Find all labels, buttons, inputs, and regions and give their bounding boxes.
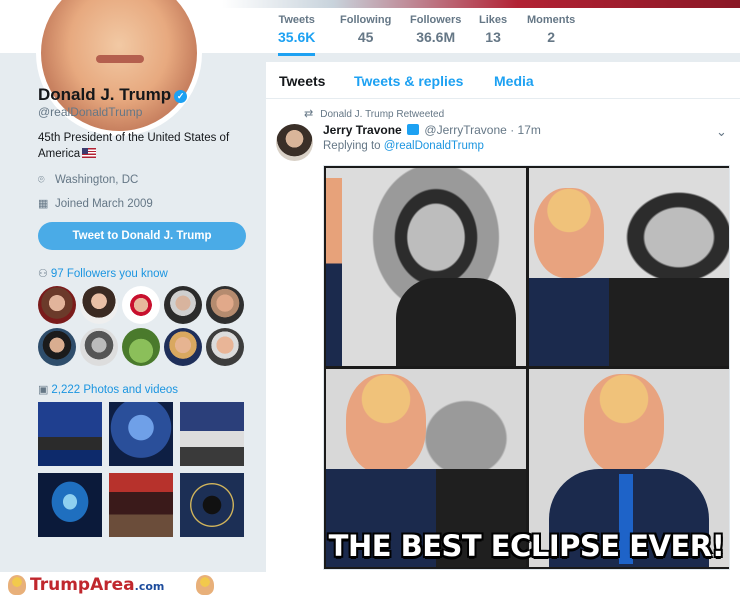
profile-name[interactable]: Donald J. Trump	[38, 85, 171, 104]
tweet-header: Jerry Travone @JerryTravone · 17m	[323, 123, 541, 137]
media-thumbnail[interactable]	[180, 473, 244, 537]
suit-shape	[529, 278, 729, 366]
retweet-label[interactable]: Donald J. Trump Retweeted	[320, 109, 444, 120]
watermark-logo: TrumpArea.com	[30, 575, 164, 595]
suit-shape	[396, 278, 516, 366]
follower-avatar[interactable]	[206, 328, 244, 366]
stat-likes[interactable]: Likes 13	[479, 14, 507, 45]
retweet-icon: ⇄	[304, 108, 314, 120]
tweet-timestamp[interactable]: · 17m	[510, 123, 541, 137]
follower-avatar[interactable]	[206, 286, 244, 324]
stat-label: Tweets	[278, 14, 315, 26]
media-thumbnail[interactable]	[109, 473, 173, 537]
follower-avatar[interactable]	[122, 328, 160, 366]
tab-tweets[interactable]: Tweets	[279, 73, 325, 89]
location-pin-icon: ⌾	[38, 174, 45, 186]
profile-sidebar: Donald J. Trump ✓ @realDonaldTrump 45th P…	[0, 55, 262, 570]
stat-moments[interactable]: Moments 2	[527, 14, 575, 45]
replying-prefix: Replying to	[323, 140, 381, 152]
verified-badge-icon: ✓	[174, 90, 188, 103]
media-thumbnail[interactable]	[38, 473, 102, 537]
stat-following[interactable]: Following 45	[340, 14, 391, 45]
stat-value: 36.6M	[416, 29, 456, 45]
watermark-domain: .com	[134, 580, 165, 593]
follower-avatar[interactable]	[80, 286, 118, 324]
followers-you-know-label: 97 Followers you know	[50, 268, 168, 280]
profile-joined: ▦ Joined March 2009	[38, 197, 153, 210]
tab-media[interactable]: Media	[494, 73, 534, 89]
calendar-icon: ▦	[38, 198, 49, 210]
stat-value: 35.6K	[278, 29, 316, 45]
joined-text: Joined March 2009	[55, 198, 153, 210]
stat-value: 13	[485, 29, 501, 45]
bio-text: 45th President of the United States of A…	[38, 132, 230, 160]
stat-tweets[interactable]: Tweets 35.6K	[278, 14, 316, 56]
profile-bio: 45th President of the United States of A…	[38, 130, 238, 162]
profile-name-row: Donald J. Trump ✓	[38, 85, 188, 105]
cartoon-head-icon	[196, 575, 214, 595]
stat-label: Likes	[479, 14, 508, 26]
tweet-to-button[interactable]: Tweet to Donald J. Trump	[38, 222, 246, 250]
chevron-down-icon[interactable]: ⌄	[716, 124, 727, 140]
follower-avatar[interactable]	[38, 286, 76, 324]
follower-avatar[interactable]	[80, 328, 118, 366]
author-flag-icon	[407, 124, 420, 135]
location-text: Washington, DC	[55, 174, 139, 186]
us-flag-icon	[82, 148, 97, 158]
tweet-author-name[interactable]: Jerry Travone	[323, 123, 402, 137]
image-icon: ▣	[38, 384, 49, 396]
face-shape	[534, 188, 604, 278]
replying-to: Replying to @realDonaldTrump	[323, 140, 484, 152]
follower-avatar[interactable]	[164, 286, 202, 324]
stat-label: Followers	[410, 14, 462, 26]
follower-avatar[interactable]	[164, 328, 202, 366]
meme-panel	[529, 168, 729, 366]
profile-location: ⌾ Washington, DC	[38, 174, 138, 187]
tweet-author-handle[interactable]: @JerryTravone	[424, 123, 506, 137]
photos-videos-label: 2,222 Photos and videos	[51, 384, 179, 396]
watermark-footer: TrumpArea.com	[0, 572, 740, 598]
face-shape	[346, 374, 426, 474]
person-icon: ⚇	[38, 268, 48, 280]
cartoon-head-icon	[8, 575, 26, 595]
stat-label: Moments	[527, 14, 576, 26]
timeline-tabs: Tweets Tweets & replies Media	[266, 62, 740, 99]
media-thumbnail[interactable]	[109, 402, 173, 466]
follower-avatar[interactable]	[38, 328, 76, 366]
retweet-context: ⇄ Donald J. Trump Retweeted	[304, 107, 444, 120]
meme-panel	[326, 168, 526, 366]
replying-to-link[interactable]: @realDonaldTrump	[384, 140, 484, 152]
stat-label: Following	[340, 14, 392, 26]
stat-value: 2	[547, 29, 556, 45]
tweet-image[interactable]: THE BEST ECLIPSE EVER!	[323, 165, 730, 570]
tweet-author-avatar[interactable]	[276, 124, 313, 161]
timeline: Tweets Tweets & replies Media ⇄ Donald J.…	[266, 62, 740, 572]
media-thumbnail[interactable]	[180, 402, 244, 466]
partial-face-shape	[326, 178, 342, 366]
tab-tweets-replies[interactable]: Tweets & replies	[354, 73, 463, 89]
face-shape	[584, 374, 664, 474]
followers-you-know-link[interactable]: ⚇ 97 Followers you know	[38, 267, 168, 280]
watermark-brand: TrumpArea	[30, 575, 135, 595]
stat-followers[interactable]: Followers 36.6M	[410, 14, 461, 45]
profile-handle[interactable]: @realDonaldTrump	[38, 105, 142, 119]
meme-caption: THE BEST ECLIPSE EVER!	[328, 529, 725, 563]
stat-value: 45	[357, 29, 374, 45]
media-thumbnail[interactable]	[38, 402, 102, 466]
photos-videos-link[interactable]: ▣ 2,222 Photos and videos	[38, 383, 178, 396]
follower-avatar[interactable]	[122, 286, 160, 324]
